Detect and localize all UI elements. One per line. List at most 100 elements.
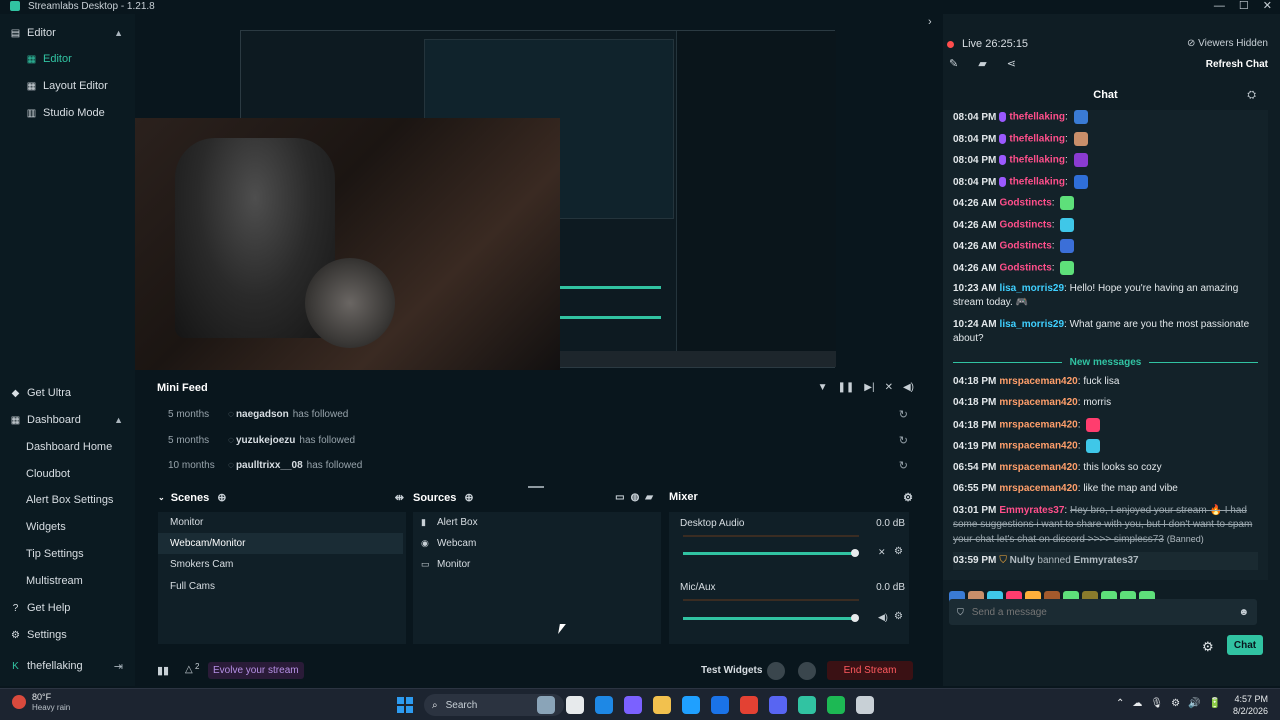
chat-settings-icon[interactable]: ⚙	[1202, 639, 1214, 655]
minimize-button[interactable]: —	[1214, 0, 1225, 12]
message-user[interactable]: mrspaceman420	[999, 441, 1077, 452]
editor-section-toggle[interactable]: ▤ Editor ▲	[0, 21, 135, 45]
collection-icon[interactable]: ▰	[978, 57, 986, 70]
taskbar-app-icon[interactable]	[624, 696, 642, 714]
message-user[interactable]: Godstincts	[1000, 220, 1052, 231]
message-user[interactable]: Emmyrates37	[999, 505, 1064, 516]
message-user[interactable]: lisa_morris29	[1000, 283, 1065, 294]
tray-overflow-icon[interactable]: ⌃	[1116, 698, 1124, 709]
maximize-button[interactable]: ☐	[1239, 0, 1249, 12]
replay-buffer-button[interactable]	[798, 662, 816, 680]
source-toolbar-icons[interactable]: ▭◍▰	[615, 492, 659, 503]
message-user[interactable]: mrspaceman420	[999, 462, 1077, 473]
close-button[interactable]: ✕	[1263, 0, 1272, 12]
message-user[interactable]: mrspaceman420	[999, 376, 1077, 387]
evolve-stream-button[interactable]: Evolve your stream	[208, 662, 304, 679]
pause-icon[interactable]: ❚❚	[838, 382, 855, 393]
sidebar-item-widgets[interactable]: Widgets	[0, 515, 135, 539]
taskbar-app-icon[interactable]	[769, 696, 787, 714]
gear-icon[interactable]: ⚙	[894, 611, 903, 622]
volume-icon[interactable]: ◀)	[903, 382, 914, 393]
sidebar-item-get-ultra[interactable]: ◆ Get Ultra	[0, 381, 135, 405]
notifications-icon[interactable]: △	[185, 664, 193, 675]
refresh-chat-button[interactable]: Refresh Chat	[1206, 59, 1268, 70]
scene-item-smokers-cam[interactable]: Smokers Cam	[158, 554, 403, 575]
sidebar-item-dashboard-home[interactable]: Dashboard Home	[0, 435, 135, 459]
microphone-icon[interactable]: 🎙	[1150, 698, 1163, 709]
speaker-icon[interactable]: 🔊	[1188, 698, 1200, 709]
collapse-chat-icon[interactable]: ›	[928, 16, 932, 28]
chat-message-input[interactable]	[971, 606, 1239, 618]
scene-item-monitor[interactable]: Monitor	[158, 512, 403, 533]
weather-widget[interactable]: 80°F Heavy rain	[12, 692, 70, 713]
sidebar-item-settings[interactable]: ⚙ Settings	[0, 623, 135, 647]
onedrive-icon[interactable]: ☁	[1132, 698, 1142, 709]
add-source-icon[interactable]: ⊕	[464, 491, 473, 504]
scene-item-full-cams[interactable]: Full Cams	[158, 576, 403, 597]
message-user[interactable]: Godstincts	[1000, 241, 1052, 252]
send-chat-button[interactable]: Chat	[1227, 635, 1263, 655]
source-item-webcam[interactable]: ◉ Webcam	[413, 533, 658, 554]
windows-start-icon[interactable]	[397, 697, 413, 713]
slider-knob[interactable]	[851, 549, 860, 557]
mute-alerts-icon[interactable]: ✕	[885, 382, 893, 393]
logout-icon[interactable]: ⇥	[114, 660, 123, 673]
message-user[interactable]: lisa_morris29	[1000, 319, 1065, 330]
filter-icon[interactable]: ▼	[818, 382, 828, 393]
taskbar-app-icon[interactable]	[595, 696, 613, 714]
message-user[interactable]: mrspaceman420	[999, 420, 1077, 431]
mute-icon[interactable]: ✕	[878, 547, 886, 558]
mic-aux-slider[interactable]	[683, 614, 860, 622]
slider-knob[interactable]	[851, 614, 860, 622]
end-stream-button[interactable]: End Stream	[827, 661, 913, 680]
resize-handle[interactable]	[528, 486, 544, 488]
add-scene-icon[interactable]: ⊕	[217, 491, 226, 504]
gear-icon[interactable]: ⚙	[894, 546, 903, 557]
sidebar-item-layout-editor[interactable]: ▦ Layout Editor	[0, 74, 135, 98]
replay-icon[interactable]: ↻	[899, 459, 908, 472]
replay-icon[interactable]: ↻	[899, 408, 908, 421]
sidebar-item-editor[interactable]: ▦ Editor	[0, 47, 135, 71]
settings-tray-icon[interactable]: ⚙	[1171, 698, 1180, 709]
taskbar-app-icon[interactable]	[653, 696, 671, 714]
replay-icon[interactable]: ↻	[899, 434, 908, 447]
sidebar-item-cloudbot[interactable]: Cloudbot	[0, 462, 135, 486]
message-user[interactable]: Godstincts	[1000, 263, 1052, 274]
sidebar-item-tip-settings[interactable]: Tip Settings	[0, 542, 135, 566]
taskbar-app-icon[interactable]	[856, 696, 874, 714]
volume-icon[interactable]: ◀)	[878, 612, 888, 623]
source-item-alert-box[interactable]: ▮ Alert Box	[413, 512, 658, 533]
message-user[interactable]: mrspaceman420	[999, 483, 1077, 494]
share-icon[interactable]: ⋖	[1007, 57, 1016, 70]
taskbar-app-icon[interactable]	[711, 696, 729, 714]
sidebar-item-studio-mode[interactable]: ▥ Studio Mode	[0, 101, 135, 125]
taskbar-app-icon[interactable]	[827, 696, 845, 714]
taskbar-app-icon[interactable]	[566, 696, 584, 714]
mixer-settings-icon[interactable]: ⚙	[903, 491, 913, 504]
message-user[interactable]: Godstincts	[1000, 198, 1052, 209]
message-user[interactable]: thefellaking	[1009, 155, 1065, 166]
message-user[interactable]: thefellaking	[1009, 177, 1065, 188]
taskbar-app-icon[interactable]	[682, 696, 700, 714]
desktop-audio-slider[interactable]	[683, 549, 860, 557]
source-item-monitor[interactable]: ▭ Monitor	[413, 554, 658, 575]
chevron-down-icon[interactable]: ⌄	[158, 493, 165, 502]
scene-item-webcam-monitor[interactable]: Webcam/Monitor	[158, 533, 403, 554]
taskbar-app-icon[interactable]	[740, 696, 758, 714]
taskbar-app-icon[interactable]	[798, 696, 816, 714]
taskbar-app-icon[interactable]	[537, 696, 555, 714]
message-user[interactable]: mrspaceman420	[999, 397, 1077, 408]
record-button[interactable]	[767, 662, 785, 680]
sidebar-item-multistream[interactable]: Multistream	[0, 569, 135, 593]
scene-transition-icon[interactable]: ⇹	[395, 491, 404, 504]
battery-icon[interactable]: 🔋	[1209, 698, 1221, 709]
message-user[interactable]: thefellaking	[1009, 112, 1065, 123]
sidebar-item-get-help[interactable]: ? Get Help	[0, 596, 135, 620]
taskbar-clock[interactable]: 4:57 PM 8/2/2026	[1233, 693, 1268, 717]
edit-icon[interactable]: ✎	[949, 57, 958, 70]
user-add-icon[interactable]: ⛭	[1247, 89, 1256, 102]
stats-icon[interactable]: ▮▮	[157, 664, 169, 677]
sidebar-item-alert-box-settings[interactable]: Alert Box Settings	[0, 488, 135, 512]
message-user[interactable]: thefellaking	[1009, 134, 1065, 145]
sidebar-user[interactable]: K thefellaking ⇥	[0, 654, 135, 678]
